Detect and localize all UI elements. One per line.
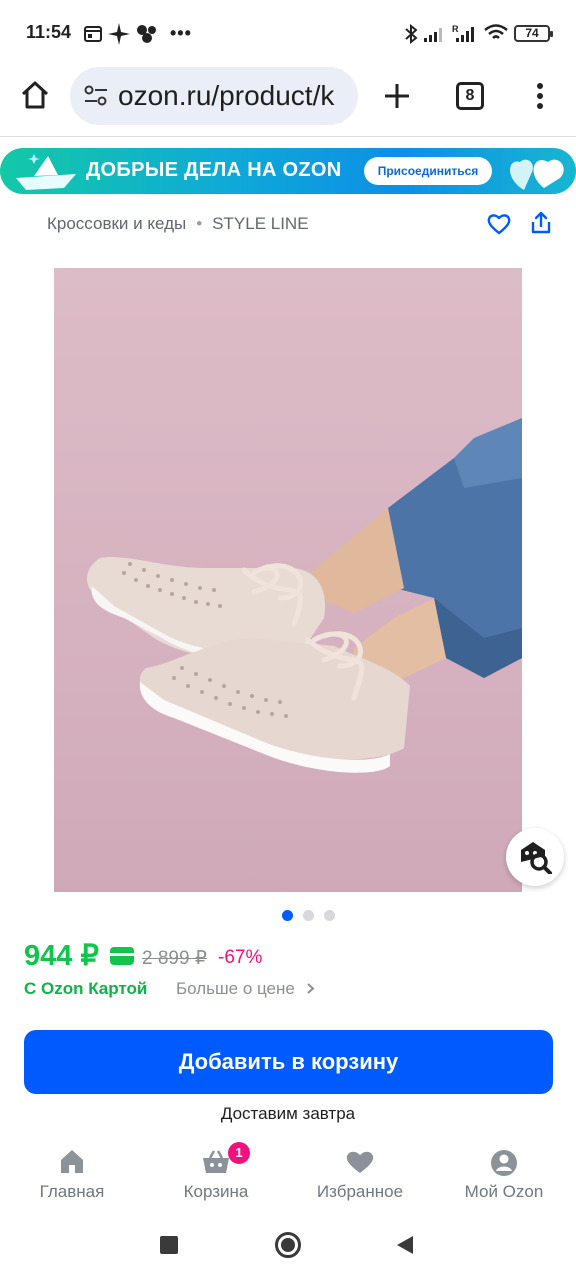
battery-indicator: 74 — [514, 25, 553, 42]
wifi-icon — [484, 24, 508, 39]
calendar-icon — [84, 26, 102, 42]
sparkle-icon — [108, 23, 130, 45]
nav-favorites-label: Избранное — [316, 1182, 404, 1201]
status-time: 11:54 — [26, 22, 72, 42]
more-about-price-label: Больше о цене — [176, 979, 295, 998]
gallery-dot[interactable] — [324, 910, 335, 921]
card-icon — [110, 947, 134, 965]
chevron-right-icon — [306, 983, 315, 994]
product-image[interactable] — [54, 268, 522, 892]
profile-icon — [491, 1150, 517, 1176]
status-bar: 11:54 ••• R 74 — [0, 0, 576, 66]
share-icon[interactable] — [530, 211, 552, 235]
basket-icon — [203, 1150, 229, 1173]
breadcrumb-brand[interactable]: STYLE LINE — [212, 214, 308, 233]
app-cluster-icon — [137, 25, 156, 43]
nav-home-label: Главная — [39, 1182, 105, 1201]
gallery-dot[interactable] — [303, 910, 314, 921]
add-to-cart-button[interactable]: Добавить в корзину — [24, 1030, 553, 1094]
hearts-icon — [510, 159, 564, 190]
back-icon[interactable] — [396, 1235, 414, 1255]
tab-switcher-button[interactable]: 8 — [456, 82, 484, 110]
banner-join-button[interactable]: Присоединиться — [364, 157, 492, 185]
nav-profile-label: Мой Ozon — [464, 1182, 544, 1201]
cart-count-badge: 1 — [228, 1142, 250, 1164]
home-system-dot — [281, 1238, 295, 1252]
bluetooth-icon — [405, 24, 418, 44]
gallery-pagination — [282, 910, 342, 922]
banner-text: ДОБРЫЕ ДЕЛА НА OZON — [86, 159, 342, 181]
ozon-card-label[interactable]: С Ozon Картой — [24, 979, 147, 999]
nav-cart[interactable]: Корзина — [144, 1148, 288, 1208]
home-system-button[interactable] — [275, 1232, 301, 1258]
signal-roaming-icon: R — [452, 24, 474, 42]
paper-boat-icon — [16, 154, 76, 190]
url-text: ozon.ru/product/k — [118, 80, 335, 111]
favorite-heart-icon[interactable] — [487, 213, 511, 235]
breadcrumb-separator: • — [196, 214, 203, 233]
old-price: 2 899 ₽ — [142, 948, 207, 969]
breadcrumb: Кроссовки и кеды • STYLE LINE — [47, 214, 309, 234]
more-about-price-link[interactable]: Больше о цене — [176, 979, 315, 999]
nav-home[interactable]: Главная — [0, 1148, 144, 1208]
visual-search-button[interactable] — [506, 828, 564, 886]
discount-badge: -67% — [218, 947, 263, 968]
nav-cart-label: Корзина — [183, 1182, 249, 1201]
delivery-text: Доставим завтра — [220, 1104, 356, 1123]
browser-toolbar: ozon.ru/product/k 8 — [0, 66, 576, 136]
breadcrumb-category[interactable]: Кроссовки и кеды — [47, 214, 186, 233]
heart-icon — [346, 1151, 374, 1173]
home-icon — [61, 1150, 83, 1173]
site-settings-icon[interactable] — [84, 85, 108, 107]
promo-banner[interactable]: ДОБРЫЕ ДЕЛА НА OZON Присоединиться — [0, 148, 576, 194]
nav-favorites[interactable]: Избранное — [288, 1148, 432, 1208]
more-notifications-icon: ••• — [170, 23, 192, 43]
new-tab-icon[interactable] — [384, 83, 410, 109]
toolbar-divider — [0, 136, 576, 137]
current-price: 944 ₽ — [24, 940, 99, 972]
signal-icon — [424, 28, 442, 42]
gallery-dot[interactable] — [282, 910, 293, 921]
overflow-menu-icon[interactable] — [535, 82, 545, 110]
sneakers-illustration — [86, 418, 522, 773]
svg-text:R: R — [452, 24, 459, 34]
image-search-icon — [521, 842, 552, 874]
address-bar[interactable]: ozon.ru/product/k — [70, 67, 358, 125]
nav-profile[interactable]: Мой Ozon — [432, 1148, 576, 1208]
home-icon[interactable] — [20, 80, 50, 110]
recent-apps-button[interactable] — [160, 1236, 178, 1254]
